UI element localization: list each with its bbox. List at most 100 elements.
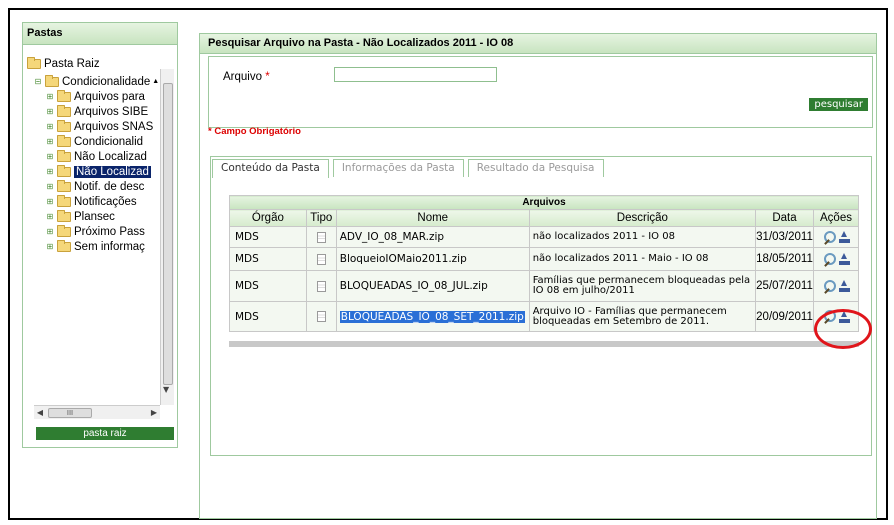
tab-search-results[interactable]: Resultado da Pesquisa bbox=[467, 159, 604, 177]
expand-icon[interactable]: ⊞ bbox=[45, 242, 55, 252]
search-title: Pesquisar Arquivo na Pasta - Não Localiz… bbox=[200, 34, 876, 54]
annotation-red-circle bbox=[814, 309, 872, 349]
folder-icon bbox=[57, 89, 71, 102]
document-icon bbox=[316, 311, 326, 322]
folder-icon bbox=[27, 56, 41, 69]
folders-panel: Pastas Pasta Raiz ⊟ Condicionalidade ▲ ⊞… bbox=[22, 22, 178, 448]
column-header: Órgão bbox=[229, 209, 307, 227]
tree-item-label: Notificações bbox=[74, 195, 137, 208]
folder-icon bbox=[57, 149, 71, 162]
search-form: Arquivo * pesquisar bbox=[208, 56, 873, 128]
tree-item[interactable]: ⊞ Plansec bbox=[27, 209, 167, 224]
tree-item[interactable]: ⊞ Notificações bbox=[27, 194, 167, 209]
date-cell: 31/03/2011 bbox=[755, 226, 814, 248]
description-cell: Famílias que permanecem bloqueadas pela … bbox=[528, 270, 757, 302]
tree-item[interactable]: ⊞ Arquivos SIBE bbox=[27, 104, 167, 119]
tree-item-label: Condicionalidade bbox=[62, 75, 151, 88]
tree-item-label: Arquivos para bbox=[74, 90, 145, 103]
tree-item[interactable]: ⊞ Próximo Pass bbox=[27, 224, 167, 239]
scrollbar-thumb[interactable]: III bbox=[48, 408, 92, 418]
type-cell bbox=[305, 226, 337, 248]
tree-item-label: Sem informaç bbox=[74, 240, 145, 253]
scrollbar-thumb[interactable] bbox=[163, 83, 173, 385]
table-row-selected: MDS BLOQUEADAS_IO_08_SET_2011.zip Arquiv… bbox=[229, 301, 859, 332]
file-name-cell[interactable]: BloqueioIOMaio2011.zip bbox=[335, 247, 530, 271]
magnifier-icon[interactable] bbox=[823, 279, 836, 293]
tree-item-label: Próximo Pass bbox=[74, 225, 145, 238]
column-header: Descrição bbox=[528, 209, 757, 227]
org-cell: MDS bbox=[229, 301, 307, 332]
tab-folder-info[interactable]: Informações da Pasta bbox=[332, 159, 464, 177]
folder-icon bbox=[57, 194, 71, 207]
folder-icon bbox=[57, 104, 71, 117]
tree-item-label: Arquivos SIBE bbox=[74, 105, 149, 118]
tree-item-root[interactable]: Pasta Raiz bbox=[27, 56, 167, 71]
tree-item-selected[interactable]: ⊞ Não Localizad bbox=[27, 164, 167, 179]
tree-item[interactable]: ⊞ Notif. de desc bbox=[27, 179, 167, 194]
tree-item[interactable]: ⊞ Condicionalid bbox=[27, 134, 167, 149]
folder-icon bbox=[57, 119, 71, 132]
expand-icon[interactable]: ⊞ bbox=[45, 107, 55, 117]
root-folder-button[interactable]: pasta raiz bbox=[36, 427, 174, 440]
table-footer-bar bbox=[229, 341, 859, 347]
type-cell bbox=[305, 270, 337, 302]
scroll-left-icon[interactable]: ◀ bbox=[34, 406, 46, 420]
highlighted-file-name[interactable]: BLOQUEADAS_IO_08_SET_2011.zip bbox=[339, 310, 525, 323]
tree-item-label: Arquivos SNAS bbox=[74, 120, 154, 133]
expand-icon[interactable]: ⊞ bbox=[45, 227, 55, 237]
tree-item[interactable]: ⊞ Sem informaç bbox=[27, 239, 167, 254]
tab-folder-content[interactable]: Conteúdo da Pasta bbox=[212, 159, 329, 178]
scroll-down-icon[interactable]: ▼ bbox=[163, 383, 169, 397]
tree-item[interactable]: ⊟ Condicionalidade ▲ bbox=[27, 74, 167, 89]
org-cell: MDS bbox=[229, 270, 307, 302]
expand-icon[interactable]: ⊞ bbox=[45, 122, 55, 132]
magnifier-icon[interactable] bbox=[823, 252, 836, 266]
download-icon[interactable] bbox=[838, 280, 850, 292]
folder-icon bbox=[45, 74, 59, 87]
expand-icon[interactable]: ⊞ bbox=[45, 182, 55, 192]
table-row: MDS BLOQUEADAS_IO_08_JUL.zip Famílias qu… bbox=[229, 270, 859, 302]
scroll-right-icon[interactable]: ▶ bbox=[148, 406, 160, 420]
column-header: Tipo bbox=[305, 209, 337, 227]
folders-panel-title: Pastas bbox=[23, 23, 177, 45]
table-row: MDS BloqueioIOMaio2011.zip não localizad… bbox=[229, 247, 859, 271]
actions-cell bbox=[813, 247, 859, 271]
tree-item[interactable]: ⊞ Arquivos SNAS bbox=[27, 119, 167, 134]
file-name-cell[interactable]: BLOQUEADAS_IO_08_SET_2011.zip bbox=[335, 301, 530, 332]
file-name-cell[interactable]: BLOQUEADAS_IO_08_JUL.zip bbox=[335, 270, 530, 302]
tree-horizontal-scrollbar[interactable]: ◀ III ▶ bbox=[34, 405, 160, 419]
scroll-up-icon[interactable]: ▲ bbox=[152, 78, 159, 85]
expand-icon[interactable]: ⊞ bbox=[45, 152, 55, 162]
file-search-input[interactable] bbox=[334, 67, 497, 82]
files-table: Arquivos Órgão Tipo Nome Descrição Data … bbox=[229, 195, 859, 332]
folder-icon bbox=[57, 239, 71, 252]
magnifier-icon[interactable] bbox=[823, 230, 836, 244]
tree-item[interactable]: ⊞ Não Localizad bbox=[27, 149, 167, 164]
expand-icon[interactable]: ⊞ bbox=[45, 137, 55, 147]
type-cell bbox=[305, 247, 337, 271]
expand-icon[interactable]: ⊟ bbox=[33, 77, 43, 87]
tree-item-label: Não Localizad bbox=[74, 165, 151, 178]
folder-icon bbox=[57, 209, 71, 222]
expand-icon[interactable]: ⊞ bbox=[45, 92, 55, 102]
download-icon[interactable] bbox=[838, 253, 850, 265]
required-field-note: * Campo Obrigatório bbox=[208, 126, 301, 137]
description-cell: não localizados 2011 - IO 08 bbox=[528, 226, 757, 248]
folder-icon bbox=[57, 134, 71, 147]
column-header: Data bbox=[755, 209, 814, 227]
tree-item[interactable]: ⊞ Arquivos para bbox=[27, 89, 167, 104]
tab-bar: Conteúdo da Pasta Informações da Pasta R… bbox=[212, 159, 608, 178]
tree-item-label: Plansec bbox=[74, 210, 115, 223]
actions-cell bbox=[813, 270, 859, 302]
expand-icon[interactable]: ⊞ bbox=[45, 212, 55, 222]
document-icon bbox=[316, 280, 326, 292]
file-field-label: Arquivo * bbox=[223, 71, 270, 83]
org-cell: MDS bbox=[229, 247, 307, 271]
search-button[interactable]: pesquisar bbox=[809, 98, 868, 111]
expand-icon[interactable]: ⊞ bbox=[45, 167, 55, 177]
expand-icon[interactable]: ⊞ bbox=[45, 197, 55, 207]
file-name-cell[interactable]: ADV_IO_08_MAR.zip bbox=[335, 226, 530, 248]
tree-vertical-scrollbar[interactable]: ▼ bbox=[160, 69, 174, 405]
download-icon[interactable] bbox=[838, 231, 850, 243]
document-icon bbox=[316, 231, 326, 243]
